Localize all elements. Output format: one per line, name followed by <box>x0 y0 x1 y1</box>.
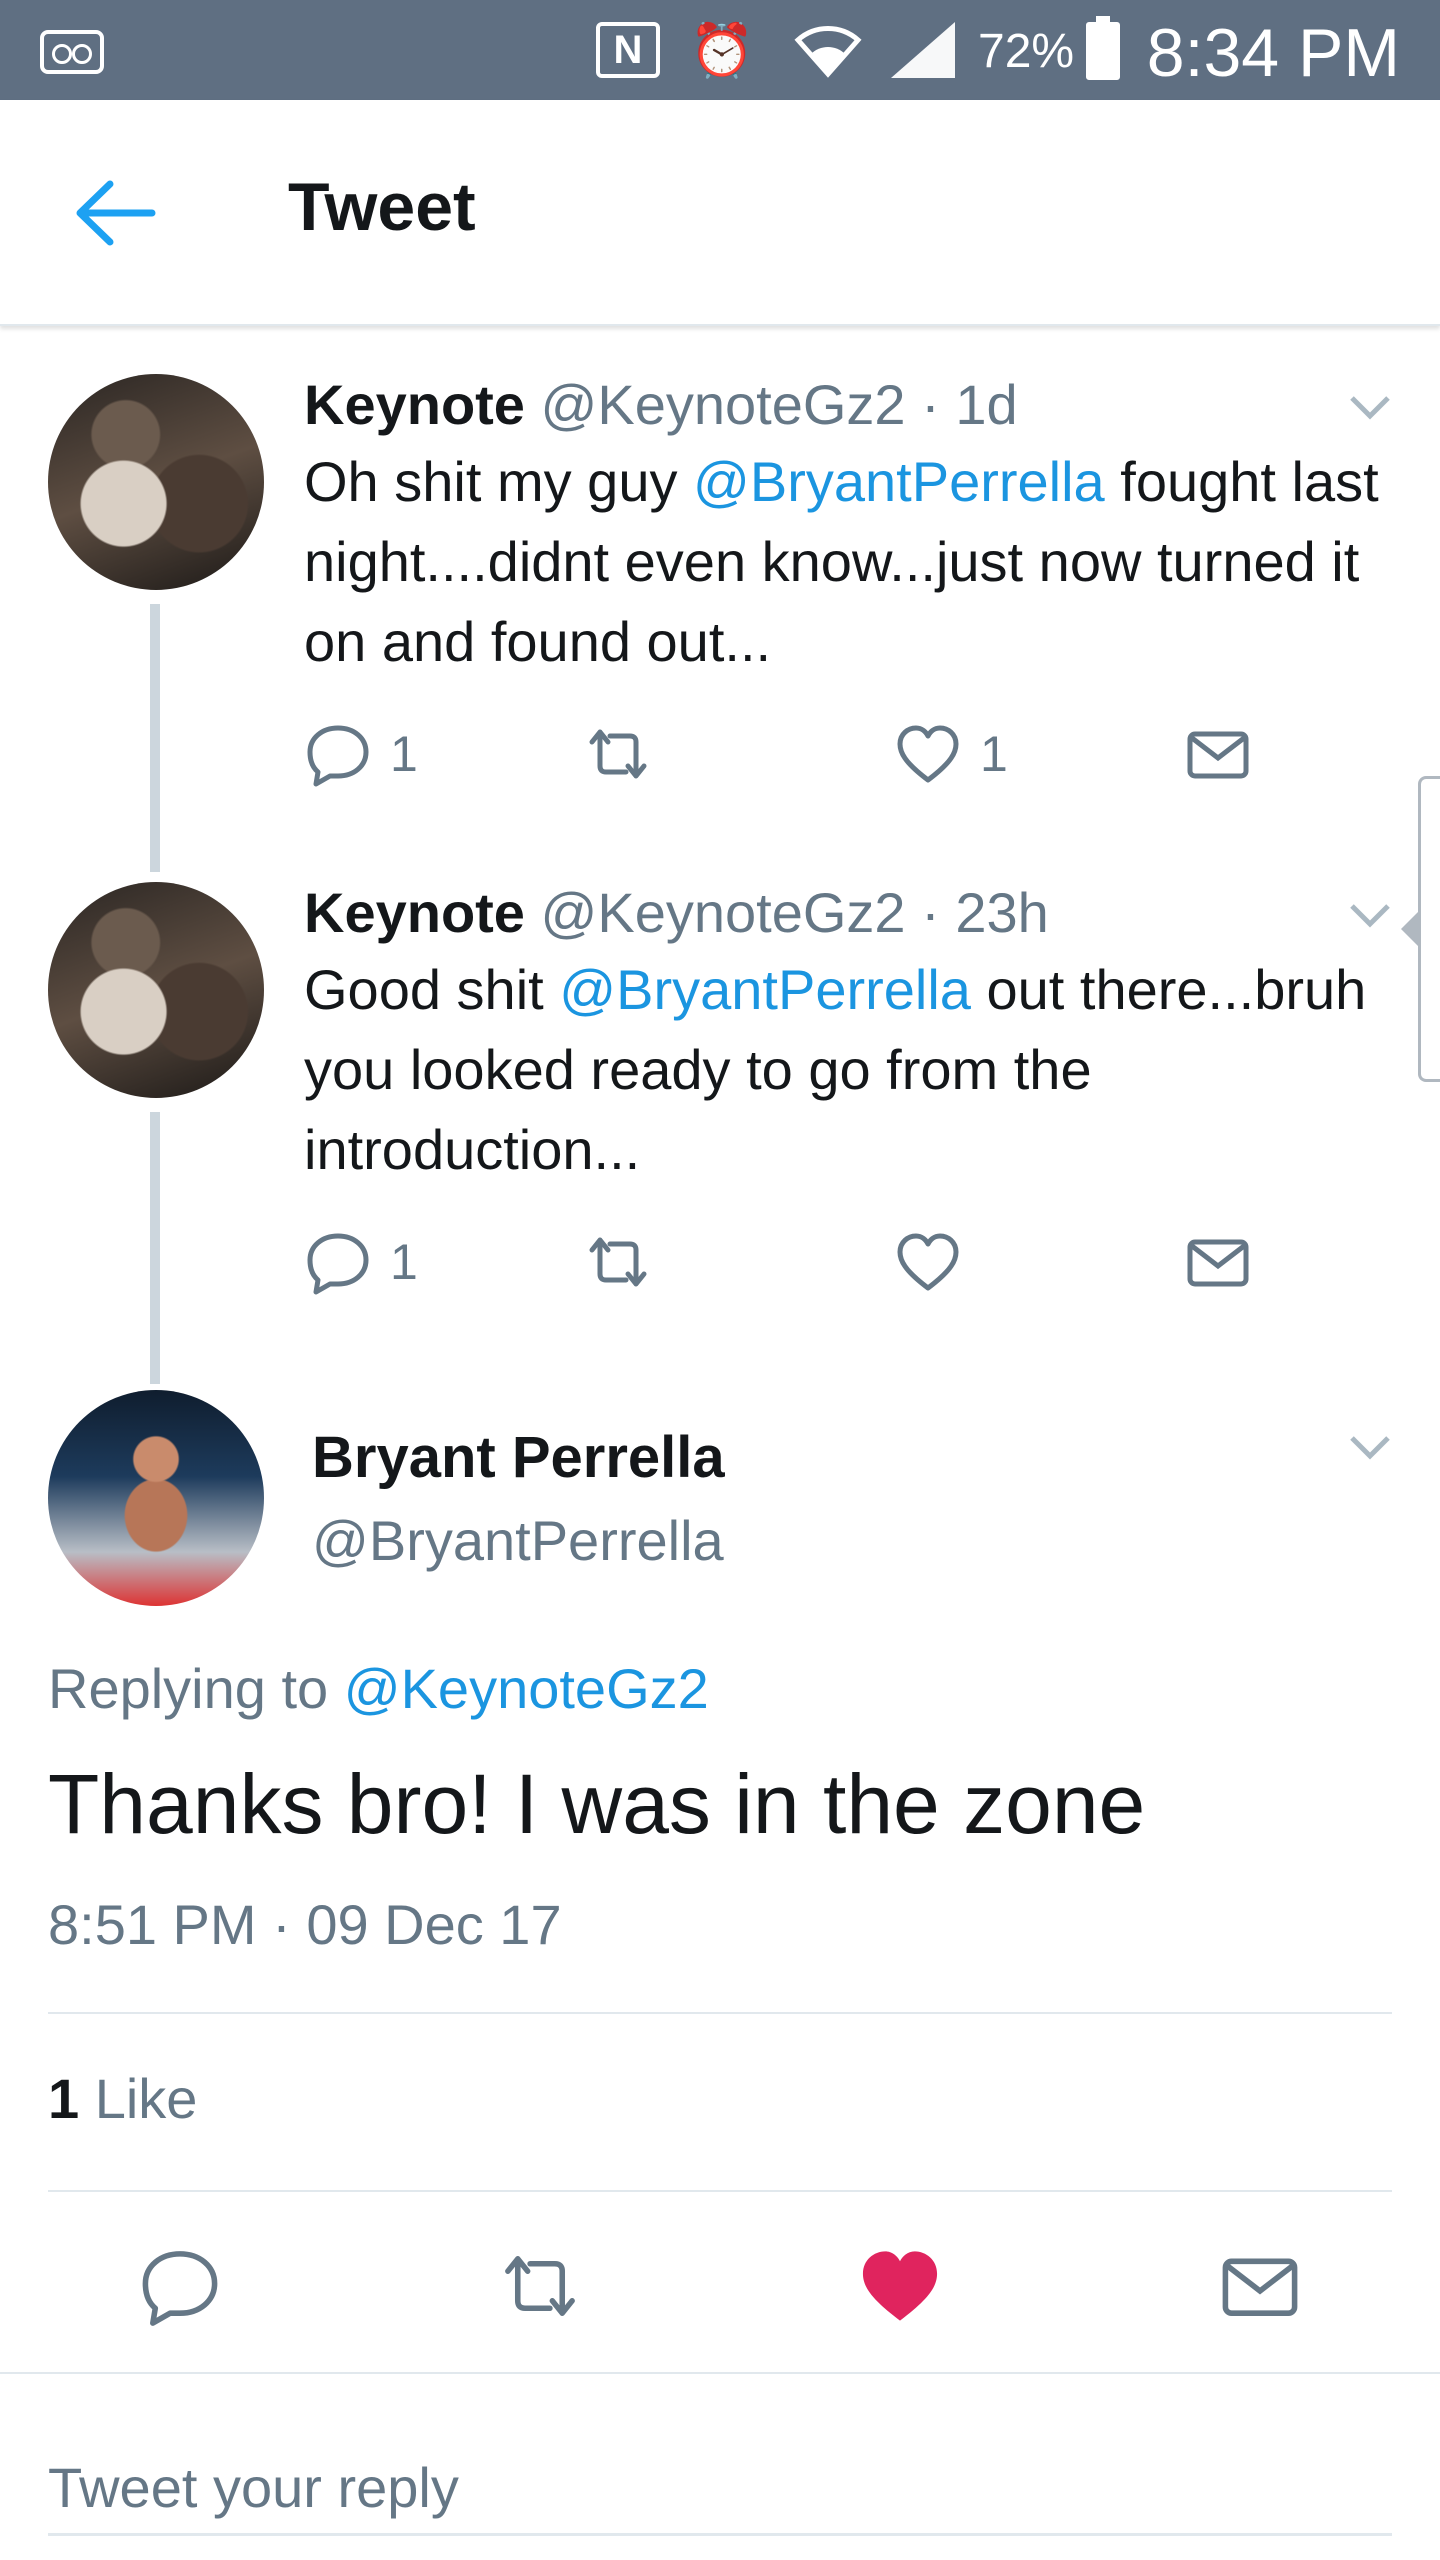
tweet-actions: 1 <box>304 1222 1304 1302</box>
like-button[interactable] <box>894 1222 980 1302</box>
message-button[interactable] <box>1210 2236 1310 2336</box>
reply-button[interactable]: 1 <box>304 1222 418 1302</box>
reply-icon <box>142 2251 218 2326</box>
reply-button[interactable]: 1 <box>304 714 418 794</box>
heart-filled-icon <box>862 2251 938 2321</box>
likes-label: Like <box>79 2067 198 2130</box>
wifi-icon <box>788 22 868 78</box>
tweet-header: Keynote @KeynoteGz2 · 1d <box>304 372 1018 437</box>
heart-icon <box>897 725 959 783</box>
chevron-down-icon[interactable] <box>1348 902 1392 930</box>
tweet-text-part: Oh shit my guy <box>304 450 694 513</box>
envelope-icon <box>1187 1239 1249 1287</box>
thread-connector <box>150 1112 160 1384</box>
author-name[interactable]: Keynote <box>304 881 525 944</box>
mention-link[interactable]: @BryantPerrella <box>559 958 971 1021</box>
edge-panel-handle[interactable] <box>1401 776 1440 1082</box>
replying-prefix: Replying to <box>48 1657 344 1720</box>
envelope-icon <box>1222 2258 1298 2316</box>
status-clock: 8:34 PM <box>1146 15 1400 91</box>
retweet-button[interactable] <box>584 1222 652 1302</box>
signal-icon <box>888 22 958 78</box>
nfc-label: N <box>613 27 643 72</box>
avatar[interactable] <box>48 1390 264 1606</box>
reply-count: 1 <box>390 726 418 782</box>
chevron-down-icon[interactable] <box>1348 1434 1392 1462</box>
thread-tweet[interactable]: Keynote @KeynoteGz2 · 23h Good shit @Bry… <box>0 878 1440 1388</box>
thread-connector <box>150 604 160 872</box>
chevron-down-icon[interactable] <box>1348 394 1392 422</box>
author-name[interactable]: Keynote <box>304 373 525 436</box>
tweet-text-part: Good shit <box>304 958 560 1021</box>
reply-button[interactable] <box>130 2236 230 2336</box>
tweet-actions: 1 1 <box>304 714 1304 794</box>
like-count: 1 <box>980 726 1008 782</box>
tweet-text: Oh shit my guy @BryantPerrella fought la… <box>304 442 1384 682</box>
tweet-header: Keynote @KeynoteGz2 · 23h <box>304 880 1049 945</box>
envelope-icon <box>1187 731 1249 779</box>
tweet-time: 23h <box>955 881 1049 944</box>
time-separator: · <box>905 881 956 944</box>
retweet-icon <box>505 2256 575 2316</box>
tweet-time: 1d <box>955 373 1018 436</box>
divider <box>48 2012 1392 2014</box>
divider <box>0 2372 1440 2374</box>
battery-percent: 72% <box>978 25 1075 78</box>
mention-link[interactable]: @BryantPerrella <box>693 450 1105 513</box>
retweet-icon <box>589 729 647 779</box>
author-handle[interactable]: @BryantPerrella <box>312 1508 724 1573</box>
author-handle[interactable]: @KeynoteGz2 <box>541 373 906 436</box>
status-bar: N ⏰ 72% 8:34 PM <box>0 0 1440 100</box>
page-title: Tweet <box>288 169 476 245</box>
divider <box>48 2190 1392 2192</box>
battery-icon <box>1086 16 1120 80</box>
app-header: Tweet <box>0 100 1440 326</box>
tweet-timestamp: 8:51 PM · 09 Dec 17 <box>48 1893 562 1956</box>
message-button[interactable] <box>1184 1222 1252 1302</box>
voicemail-icon <box>40 30 104 74</box>
avatar[interactable] <box>48 374 264 590</box>
author-name[interactable]: Bryant Perrella <box>312 1424 725 1491</box>
main-tweet-text: Thanks bro! I was in the zone <box>48 1757 1146 1851</box>
main-tweet-actions <box>0 2236 1440 2336</box>
like-button[interactable]: 1 <box>894 714 1008 794</box>
reply-count: 1 <box>390 1234 418 1290</box>
retweet-icon <box>589 1237 647 1287</box>
thread-tweet[interactable]: Keynote @KeynoteGz2 · 1d Oh shit my guy … <box>0 370 1440 880</box>
reply-input[interactable] <box>48 2436 1392 2536</box>
back-arrow-icon[interactable] <box>70 178 160 248</box>
tweet-text: Good shit @BryantPerrella out there...br… <box>304 950 1384 1190</box>
message-button[interactable] <box>1184 714 1252 794</box>
nfc-icon: N <box>596 22 660 78</box>
replying-handle-link[interactable]: @KeynoteGz2 <box>344 1657 709 1720</box>
alarm-clock-icon: ⏰ <box>689 21 755 80</box>
retweet-button[interactable] <box>584 714 652 794</box>
reply-icon <box>307 725 369 787</box>
time-separator: · <box>905 373 956 436</box>
likes-summary[interactable]: 1 Like <box>48 2066 197 2131</box>
retweet-button[interactable] <box>490 2236 590 2336</box>
author-handle[interactable]: @KeynoteGz2 <box>541 881 906 944</box>
avatar[interactable] <box>48 882 264 1098</box>
likes-number: 1 <box>48 2067 80 2130</box>
like-button[interactable] <box>850 2236 950 2336</box>
reply-icon <box>307 1233 369 1295</box>
replying-to: Replying to @KeynoteGz2 <box>48 1656 709 1721</box>
heart-icon <box>897 1233 959 1291</box>
